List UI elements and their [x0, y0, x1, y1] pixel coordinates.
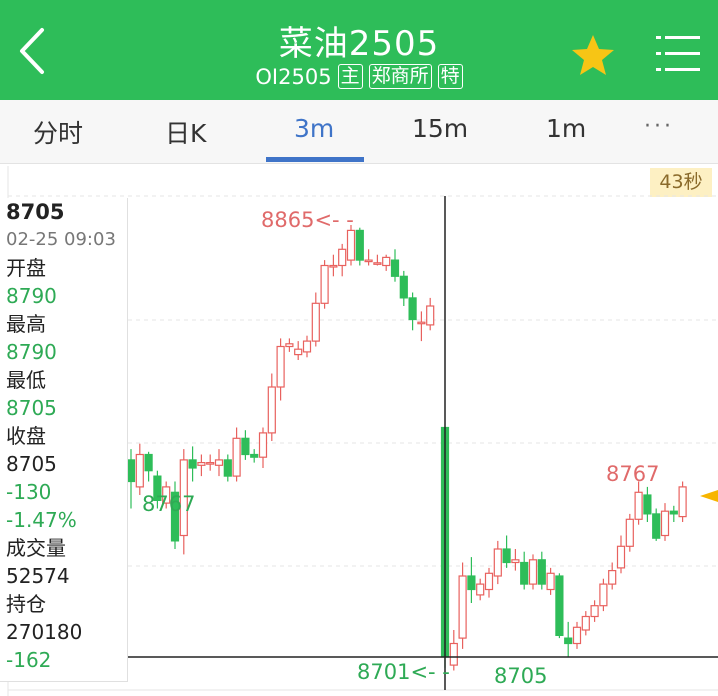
seg2-candle-19: [608, 569, 617, 585]
open-interest-change: -162: [6, 648, 52, 672]
high-label: 最高: [6, 312, 46, 336]
menu-icon[interactable]: [656, 34, 700, 74]
seg1-candle-16: [267, 386, 276, 434]
seg1-candle-32: [408, 297, 417, 321]
volume-label: 成交量: [6, 536, 66, 560]
seg2-candle-6: [493, 548, 502, 577]
seg2-candle-11: [537, 559, 546, 585]
seg1-candle-31: [399, 275, 408, 299]
seg2-candle-23: [643, 494, 652, 515]
seg2-candle-2: [458, 575, 467, 639]
open-label: 开盘: [6, 256, 46, 280]
seg1-candle-11: [223, 459, 232, 477]
seg2-candle-12: [546, 572, 555, 591]
current-price-marker: [700, 490, 718, 502]
open-value: 8790: [6, 284, 57, 308]
seg2-candle-9: [520, 561, 529, 585]
seg1-candle-34: [426, 305, 435, 326]
seg2-candle-3: [467, 575, 476, 591]
seg1-candle-12: [232, 437, 241, 477]
segment-low-label: 8767: [142, 492, 196, 516]
right-high-label: 8767: [606, 462, 660, 486]
seg1-candle-9: [206, 462, 215, 465]
open-interest-value: 270180: [6, 620, 83, 644]
current-price: 8705: [6, 200, 65, 224]
ohlc-info-panel: 8705 02-25 09:03 开盘 8790 最高 8790 最低 8705…: [0, 198, 128, 682]
period-tabs: 分时 日K 3m 15m 1m: [0, 100, 718, 164]
seg1-candle-19: [294, 348, 303, 356]
seg2-candle-26: [669, 510, 678, 515]
seg1-candle-33: [417, 321, 426, 325]
tab-daily-k[interactable]: 日K: [165, 114, 206, 150]
star-icon[interactable]: [570, 33, 616, 77]
bar-datetime: 02-25 09:03: [6, 229, 116, 250]
change-percent: -1.47%: [6, 508, 77, 532]
seg1-candle-14: [250, 453, 259, 458]
seg2-candle-20: [616, 545, 626, 569]
max-price-label: 8865<- -: [261, 208, 354, 232]
seg1-candle-20: [302, 340, 312, 353]
seg2-candle-27: [678, 486, 687, 518]
active-tab-indicator: [266, 157, 364, 162]
seg1-candle-8: [197, 462, 206, 466]
seg2-candle-18: [599, 583, 608, 607]
seg1-candle-25: [346, 229, 356, 261]
low-value: 8705: [6, 396, 57, 420]
seg1-candle-29: [382, 256, 391, 267]
seg1-candle-24: [338, 248, 347, 267]
seg1-candle-13: [241, 437, 250, 456]
special-badge: 特: [437, 64, 463, 89]
seg2-candle-21: [625, 518, 634, 547]
candles-layer: [126, 225, 687, 671]
exchange-badge: 郑商所: [368, 64, 432, 89]
seg1-candle-30: [390, 259, 400, 277]
seg2-candle-1: [449, 642, 458, 666]
tab-3m[interactable]: 3m: [294, 114, 334, 143]
open-interest-label: 持仓: [6, 592, 46, 616]
seg1-candle-17: [276, 345, 285, 388]
contract-code: OI2505: [255, 64, 332, 89]
volume-value: 52574: [6, 564, 70, 588]
seg2-candle-8: [511, 559, 520, 564]
seg1-candle-21: [311, 302, 320, 342]
low-label: 最低: [6, 368, 46, 392]
seg1-candle-15: [258, 432, 268, 458]
close-value: 8705: [6, 452, 57, 476]
seg2-candle-13: [555, 575, 564, 637]
more-periods-button[interactable]: ···: [644, 114, 674, 139]
seg2-candle-14: [564, 637, 573, 645]
seg2-candle-5: [484, 572, 494, 591]
seg2-candle-10: [528, 559, 538, 585]
seg1-candle-18: [285, 343, 294, 348]
seg2-candle-7: [502, 548, 511, 564]
seg2-candle-24: [652, 513, 661, 539]
high-value: 8790: [6, 340, 57, 364]
seg1-candle-23: [329, 264, 338, 268]
tab-1m[interactable]: 1m: [546, 114, 586, 143]
seg2-candle-22: [634, 491, 643, 520]
seg2-candle-4: [476, 583, 485, 596]
crosshair-price-label: 8705: [494, 664, 548, 688]
seg2-candle-17: [590, 605, 599, 618]
tab-intraday[interactable]: 分时: [33, 114, 83, 150]
seg1-candle-27: [364, 259, 373, 263]
seg1-candle-10: [214, 459, 224, 466]
seg1-candle-26: [355, 229, 364, 261]
app-header: 菜油2505 OI2505 主 郑商所 特: [0, 0, 718, 100]
change-value: -130: [6, 480, 52, 504]
seg2-candle-25: [660, 510, 670, 537]
seg1-candle-22: [320, 264, 329, 304]
seg1-candle-7: [188, 459, 197, 469]
seg1-candle-28: [373, 262, 382, 265]
main-contract-badge: 主: [337, 64, 363, 89]
seg2-candle-15: [572, 626, 582, 645]
seg2-candle-16: [581, 615, 590, 631]
seg1-candle-0: [126, 459, 136, 483]
seg1-candle-1: [135, 453, 144, 488]
tab-15m[interactable]: 15m: [412, 114, 468, 143]
min-price-label: 8701<- -: [357, 660, 450, 684]
seg1-candle-2: [144, 453, 153, 472]
close-label: 收盘: [6, 424, 46, 448]
